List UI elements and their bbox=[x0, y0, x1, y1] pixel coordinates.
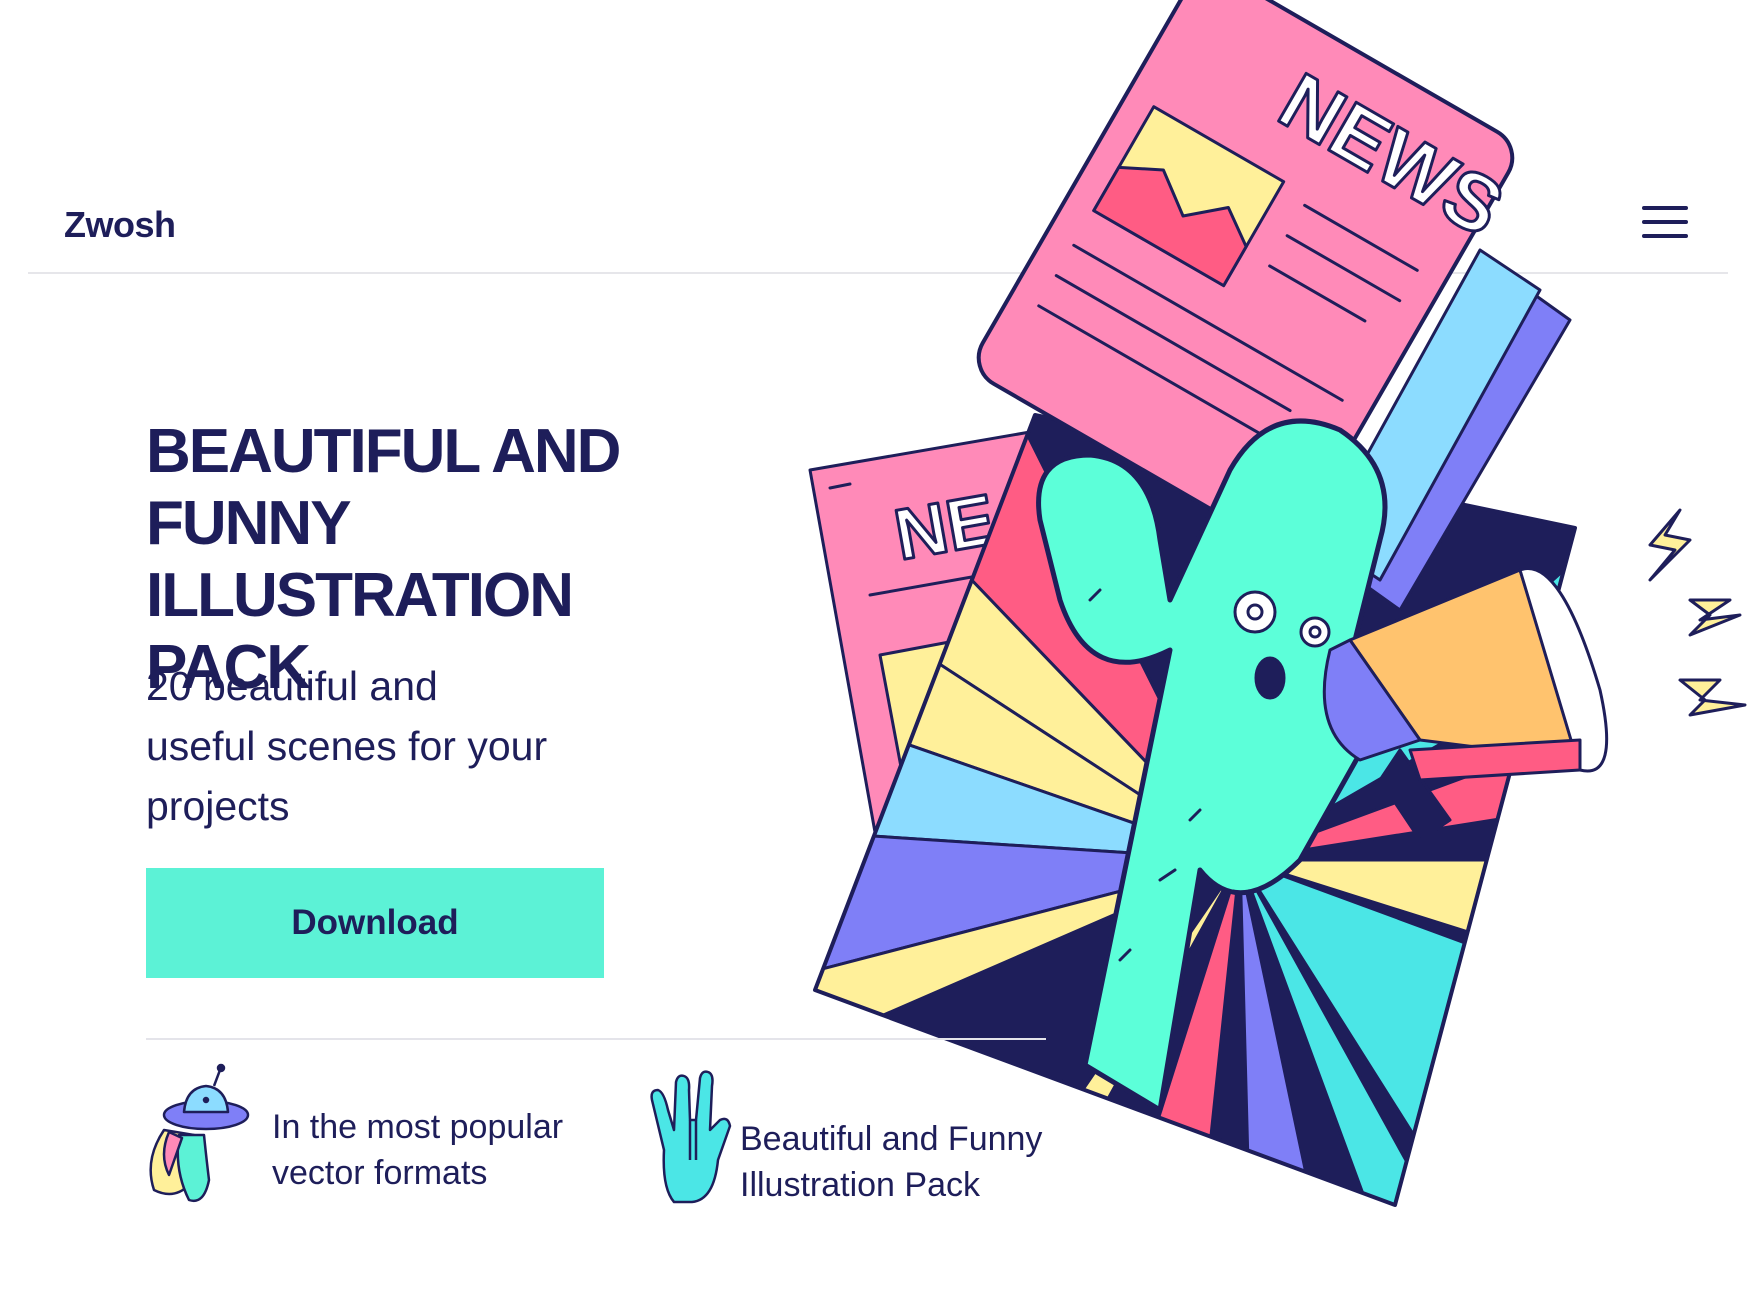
hero-subtitle-line: projects bbox=[146, 783, 290, 829]
lightning-icons bbox=[1648, 508, 1747, 717]
feature-vector-formats: In the most popular vector formats bbox=[134, 1060, 594, 1220]
download-button[interactable]: Download bbox=[146, 868, 604, 978]
feature-text: Beautiful and Funny Illustration Pack bbox=[740, 1116, 1100, 1208]
feature-text-line: Illustration Pack bbox=[740, 1166, 980, 1204]
hero-title-line: BEAUTIFUL AND bbox=[146, 417, 621, 486]
hero-subtitle-line: 20 beautiful and bbox=[146, 663, 438, 709]
hero-title-line: FUNNY ILLUSTRATION bbox=[146, 489, 574, 630]
vulcan-hand-icon bbox=[650, 1070, 732, 1204]
hero-subtitle: 20 beautiful and useful scenes for your … bbox=[146, 656, 646, 836]
section-divider bbox=[146, 1038, 1046, 1040]
feature-text-line: Beautiful and Funny bbox=[740, 1120, 1043, 1158]
feature-text-line: In the most popular bbox=[272, 1108, 564, 1146]
hero-subtitle-line: useful scenes for your bbox=[146, 723, 548, 769]
ufo-icon bbox=[149, 1063, 250, 1203]
feature-text: In the most popular vector formats bbox=[272, 1104, 632, 1196]
feature-illustration-pack: Beautiful and Funny Illustration Pack bbox=[644, 1060, 1104, 1220]
feature-text-line: vector formats bbox=[272, 1154, 488, 1192]
